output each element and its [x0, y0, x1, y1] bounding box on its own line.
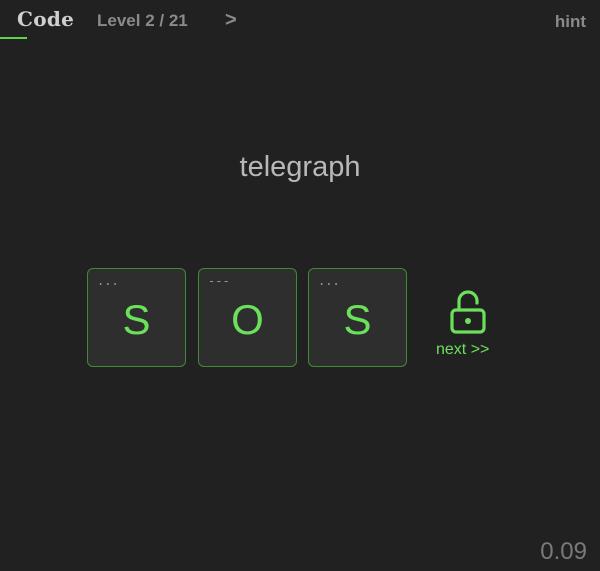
letter-tile[interactable]: ... S [87, 268, 186, 367]
next-label: next >> [436, 341, 490, 358]
next-button[interactable]: next >> [432, 288, 504, 364]
brand-underline [0, 37, 27, 39]
top-bar: Code Level 2 / 21 > hint [0, 0, 600, 40]
timer: 0.09 [540, 538, 587, 565]
level-indicator: Level 2 / 21 [97, 11, 188, 30]
hint-button[interactable]: hint [555, 12, 586, 32]
next-level-arrow[interactable]: > [225, 9, 237, 32]
tile-letter: S [343, 295, 372, 343]
clue-word: telegraph [239, 151, 361, 183]
brand-title: Code [17, 7, 75, 31]
letter-tile[interactable]: ... S [308, 268, 407, 367]
tile-letter: S [122, 295, 151, 343]
letter-tile[interactable]: --- O [198, 268, 297, 367]
tile-letter: O [231, 295, 264, 343]
unlocked-padlock-icon [450, 290, 486, 334]
